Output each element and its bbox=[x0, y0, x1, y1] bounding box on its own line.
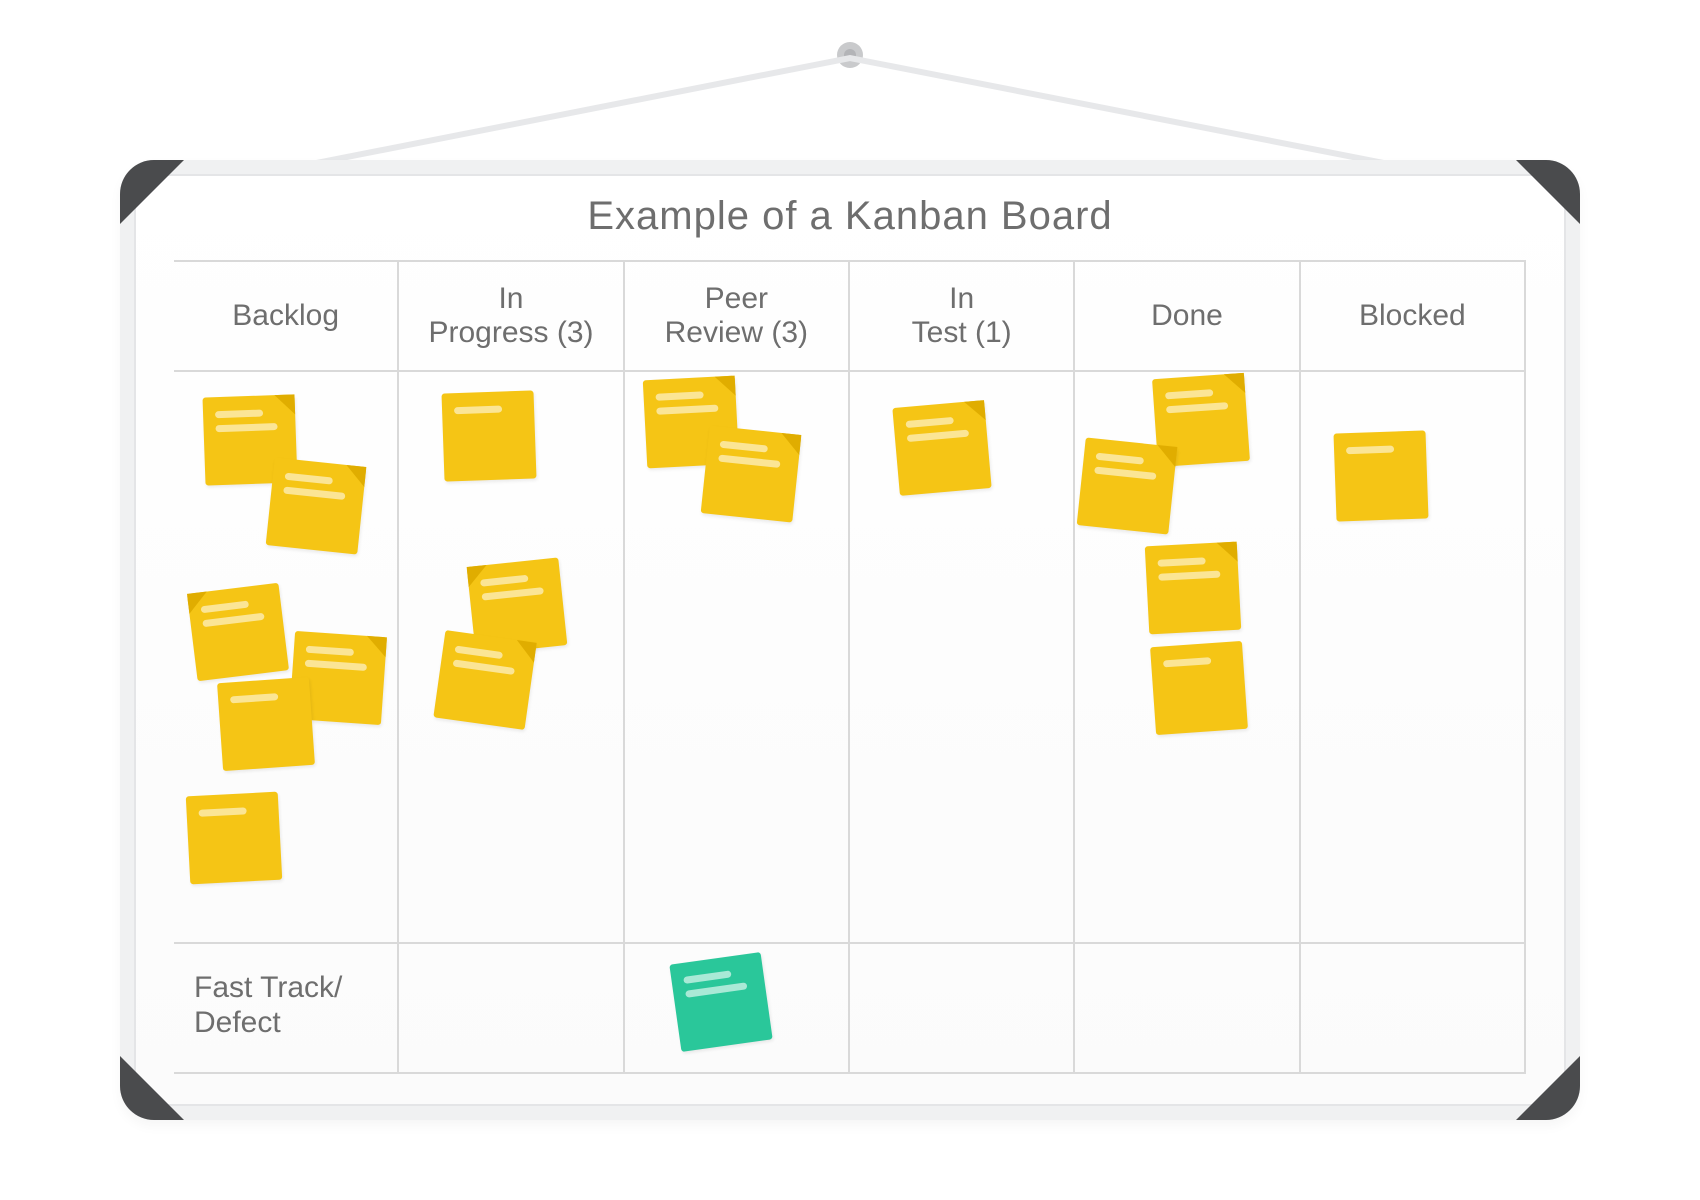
fast-track-cell-done bbox=[1075, 944, 1298, 1072]
sticky-fold-icon bbox=[714, 376, 735, 397]
sticky-in_test-0[interactable] bbox=[892, 400, 991, 496]
column-body-in_test bbox=[850, 374, 1073, 942]
sticky-backlog-5[interactable] bbox=[186, 792, 282, 885]
sticky-fold-icon bbox=[467, 565, 489, 587]
column-peer_review: Peer Review (3) bbox=[625, 260, 850, 1074]
column-body-blocked bbox=[1301, 374, 1524, 942]
sticky-fold-icon bbox=[274, 394, 295, 415]
kanban-grid: Backlog Fast Track/ Defect In Progress (3)… bbox=[174, 260, 1526, 1074]
sticky-blocked-0[interactable] bbox=[1333, 430, 1428, 521]
column-backlog: Backlog Fast Track/ Defect bbox=[174, 260, 399, 1074]
sticky-backlog-1[interactable] bbox=[266, 457, 367, 554]
nail-icon bbox=[837, 42, 863, 68]
column-header-blocked: Blocked bbox=[1301, 260, 1524, 372]
sticky-in_progress-2[interactable] bbox=[434, 630, 537, 730]
board-title: Example of a Kanban Board bbox=[134, 194, 1566, 239]
column-in_progress: In Progress (3) bbox=[399, 260, 624, 1074]
column-header-backlog: Backlog bbox=[174, 260, 397, 372]
column-done: Done bbox=[1075, 260, 1300, 1074]
sticky-fold-icon bbox=[514, 640, 537, 663]
column-blocked: Blocked bbox=[1301, 260, 1526, 1074]
column-body-in_progress bbox=[399, 374, 622, 942]
column-header-done: Done bbox=[1075, 260, 1298, 372]
column-in_test: In Test (1) bbox=[850, 260, 1075, 1074]
fast-track-cell-peer_review bbox=[625, 944, 848, 1072]
sticky-done-3[interactable] bbox=[1150, 641, 1248, 735]
sticky-fold-icon bbox=[1156, 445, 1178, 467]
swimlane-label: Fast Track/ Defect bbox=[194, 971, 342, 1040]
sticky-fold-icon bbox=[1217, 542, 1238, 563]
stage: Example of a Kanban Board Backlog Fast Tr… bbox=[0, 0, 1700, 1200]
sticky-backlog-4[interactable] bbox=[217, 677, 315, 771]
sticky-fold-icon bbox=[344, 465, 366, 487]
fast-track-cell-in_progress bbox=[399, 944, 622, 1072]
sticky-peer_review-1[interactable] bbox=[700, 425, 801, 522]
sticky-done-1[interactable] bbox=[1077, 437, 1178, 534]
sticky-fold-icon bbox=[964, 400, 986, 422]
sticky-backlog-2[interactable] bbox=[187, 583, 289, 682]
column-header-peer_review: Peer Review (3) bbox=[625, 260, 848, 372]
column-header-in_progress: In Progress (3) bbox=[399, 260, 622, 372]
sticky-fold-icon bbox=[366, 636, 387, 657]
column-body-peer_review bbox=[625, 374, 848, 942]
whiteboard: Example of a Kanban Board Backlog Fast Tr… bbox=[120, 160, 1580, 1120]
sticky-done-2[interactable] bbox=[1145, 542, 1241, 635]
sticky-in_progress-0[interactable] bbox=[442, 390, 537, 481]
column-body-done bbox=[1075, 374, 1298, 942]
sticky-fold-icon bbox=[779, 433, 801, 455]
sticky-fold-icon bbox=[187, 591, 209, 613]
sticky-fold-icon bbox=[1224, 373, 1245, 394]
fast-track-sticky-peer_review-0[interactable] bbox=[669, 952, 772, 1052]
fast-track-cell-blocked bbox=[1301, 944, 1524, 1072]
fast-track-cell-in_test bbox=[850, 944, 1073, 1072]
column-body-backlog bbox=[174, 374, 397, 942]
column-header-in_test: In Test (1) bbox=[850, 260, 1073, 372]
